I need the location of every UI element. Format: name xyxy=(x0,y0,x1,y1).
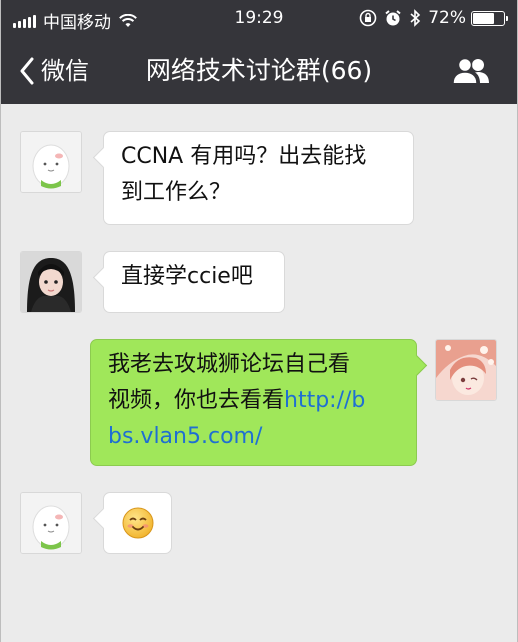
group-members-button[interactable] xyxy=(451,56,491,90)
message-bubble[interactable] xyxy=(103,492,172,554)
message-bubble[interactable]: CCNA 有用吗？出去能找 到工作么？ xyxy=(103,131,414,225)
message-bubble[interactable]: 直接学ccie吧 xyxy=(103,251,285,313)
alarm-icon xyxy=(385,10,401,26)
message-text-line: 我老去攻城狮论坛自己看 xyxy=(108,352,351,377)
message-bubble[interactable]: 我老去攻城狮论坛自己看 视频，你也去看看http://b bs.vlan5.co… xyxy=(90,339,417,466)
status-bar: 中国移动 19:29 72% xyxy=(1,0,517,38)
message-link[interactable]: http://b xyxy=(284,388,365,413)
battery-percent: 72% xyxy=(428,8,466,28)
battery-icon xyxy=(471,10,508,26)
chat-screen: 中国移动 19:29 72% 微信 网络技术讨论群(66) CCNA 有用吗？出… xyxy=(0,0,518,642)
message-text-line: 视频，你也去看看http://b xyxy=(108,383,400,419)
battery-fill xyxy=(473,12,494,24)
rotation-lock-icon xyxy=(359,9,377,27)
message-text: 直接学ccie吧 xyxy=(121,264,253,289)
chat-title: 网络技术讨论群(66) xyxy=(145,56,373,85)
message-text-line: 到工作么？ xyxy=(121,180,232,205)
message-text: 视频，你也去看看 xyxy=(108,388,285,413)
message-link[interactable]: bs.vlan5.com/ xyxy=(108,419,400,455)
nav-bar: 微信 网络技术讨论群(66) xyxy=(1,38,517,104)
cartoon-egg-avatar[interactable] xyxy=(20,492,82,554)
status-right: 72% xyxy=(359,8,508,28)
smile-emoji xyxy=(122,507,154,539)
anime-girl-avatar[interactable] xyxy=(435,339,497,401)
message-text-line: CCNA 有用吗？出去能找 xyxy=(121,144,367,169)
girl-photo-avatar[interactable] xyxy=(20,251,82,313)
cartoon-egg-avatar[interactable] xyxy=(20,131,82,193)
group-members-icon xyxy=(452,57,489,84)
bluetooth-icon xyxy=(410,9,421,27)
